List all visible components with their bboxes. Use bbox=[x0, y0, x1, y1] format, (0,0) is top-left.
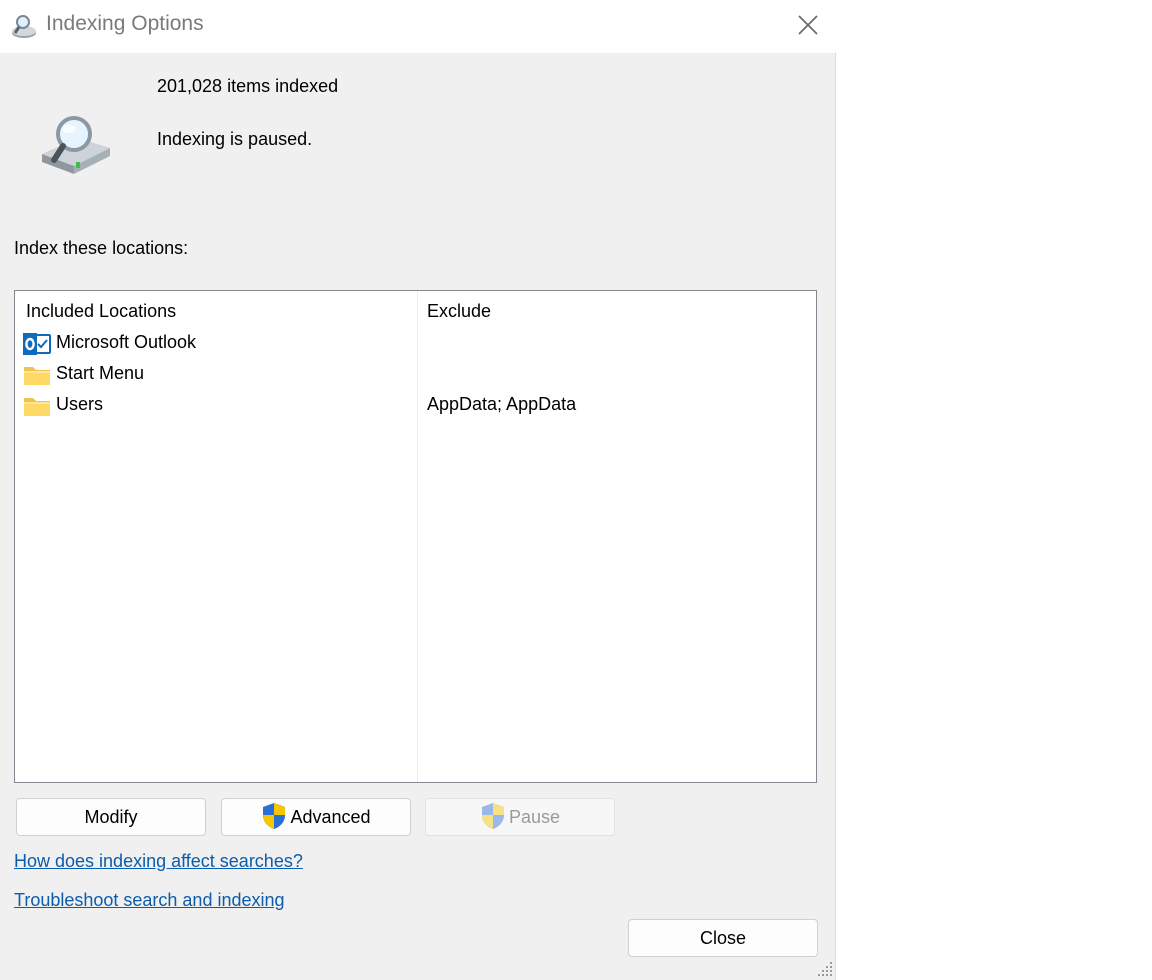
list-item-start-menu[interactable]: Start Menu bbox=[15, 360, 816, 390]
folder-icon bbox=[23, 394, 51, 418]
help-link[interactable]: How does indexing affect searches? bbox=[14, 851, 303, 872]
close-icon[interactable] bbox=[794, 11, 822, 39]
title-bar: Indexing Options bbox=[0, 0, 836, 53]
pause-button[interactable]: Pause bbox=[425, 798, 615, 836]
resize-grip-icon[interactable] bbox=[818, 960, 834, 978]
column-header-included[interactable]: Included Locations bbox=[26, 301, 176, 322]
location-exclude: AppData; AppData bbox=[427, 394, 577, 414]
indexing-status: Indexing is paused. bbox=[157, 129, 313, 149]
window-title: Indexing Options bbox=[46, 12, 204, 35]
list-item-users[interactable]: Users AppData; AppData bbox=[15, 391, 816, 421]
column-header-exclude[interactable]: Exclude bbox=[427, 301, 491, 322]
pause-button-label: Pause bbox=[508, 807, 561, 827]
location-name: Microsoft Outlook bbox=[56, 332, 197, 352]
advanced-button[interactable]: Advanced bbox=[221, 798, 411, 836]
uac-shield-icon bbox=[261, 802, 287, 830]
modify-button[interactable]: Modify bbox=[16, 798, 206, 836]
location-name: Users bbox=[56, 394, 104, 414]
modify-button-label: Modify bbox=[84, 807, 138, 827]
close-button-label: Close bbox=[699, 928, 747, 948]
locations-label: Index these locations: bbox=[14, 238, 189, 258]
locations-list[interactable]: Included Locations Exclude Microsoft Out… bbox=[14, 290, 817, 783]
indexing-options-window: Indexing Options 201,028 items indexed I… bbox=[0, 0, 836, 980]
folder-icon bbox=[23, 363, 51, 387]
location-name: Start Menu bbox=[56, 363, 145, 383]
indexing-icon bbox=[12, 15, 36, 38]
advanced-button-label: Advanced bbox=[290, 807, 371, 827]
troubleshoot-link[interactable]: Troubleshoot search and indexing bbox=[14, 890, 285, 911]
indexing-drive-icon bbox=[42, 116, 110, 174]
outlook-icon bbox=[23, 333, 51, 355]
list-item-microsoft-outlook[interactable]: Microsoft Outlook bbox=[15, 329, 816, 359]
uac-shield-icon bbox=[480, 802, 506, 830]
close-button[interactable]: Close bbox=[628, 919, 818, 957]
items-indexed-count: 201,028 items indexed bbox=[157, 76, 339, 96]
